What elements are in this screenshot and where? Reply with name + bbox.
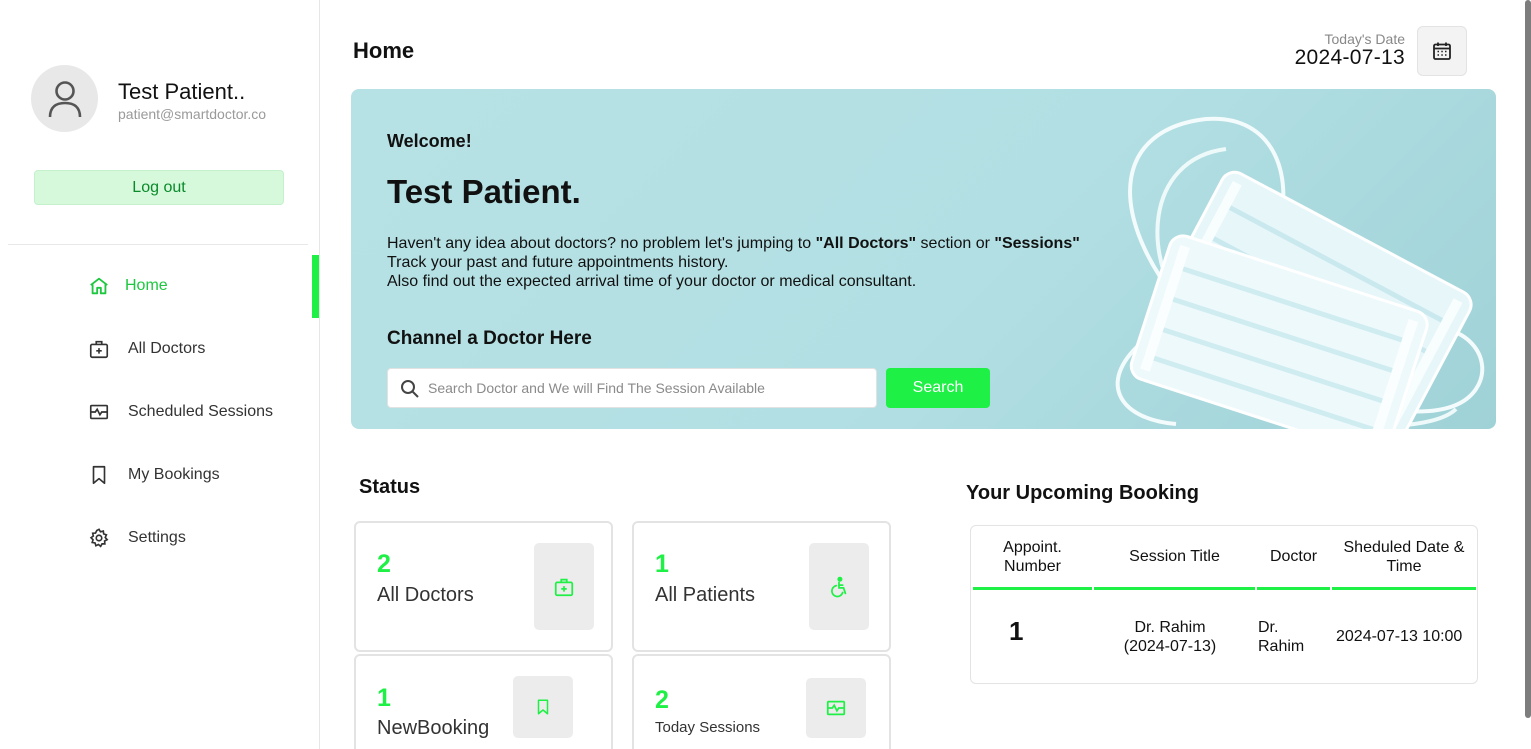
status-title: Status: [359, 476, 421, 498]
doctor-cell: Dr. Rahim: [1258, 619, 1305, 655]
upcoming-booking-table: Appoint. Number Session Title Doctor She…: [970, 525, 1478, 684]
gear-icon: [89, 528, 109, 548]
banner-line-3: Also find out the expected arrival time …: [387, 273, 917, 290]
avatar: [31, 65, 98, 132]
sidebar-item-all-doctors[interactable]: All Doctors: [0, 318, 320, 381]
table-header-doctor: Doctor: [1257, 526, 1330, 590]
sidebar-item-settings[interactable]: Settings: [0, 507, 320, 570]
sidebar-item-label: Scheduled Sessions: [128, 403, 273, 420]
channel-doctor-title: Channel a Doctor Here: [387, 328, 592, 349]
table-header-scheduled-date-time: Sheduled Date & Time: [1332, 526, 1476, 590]
card-label: Today Sessions: [655, 719, 761, 736]
upcoming-booking-title: Your Upcoming Booking: [966, 482, 1199, 504]
session-icon: [826, 700, 846, 716]
card-icon-box: [534, 543, 594, 630]
status-card-all-patients[interactable]: 1 All Patients: [632, 521, 891, 652]
scheduled-datetime-cell: 2024-07-13 10:00: [1336, 628, 1463, 645]
sidebar-item-home[interactable]: Home: [0, 255, 320, 318]
sidebar-item-my-bookings[interactable]: My Bookings: [0, 444, 320, 507]
wheelchair-icon: [831, 576, 847, 597]
bookmark-icon: [92, 465, 106, 485]
card-icon-box: [806, 678, 866, 738]
user-icon: [48, 80, 81, 117]
card-label: All Doctors: [377, 584, 474, 606]
date-label: Today's Date: [1324, 31, 1406, 47]
doctor-search-input[interactable]: [428, 369, 868, 407]
banner-line-1: Haven't any idea about doctors? no probl…: [387, 235, 1080, 252]
app-root: Test Patient.. patient@smartdoctor.co Lo…: [0, 0, 1531, 749]
card-label: NewBooking: [377, 717, 490, 739]
session-title-cell: Dr. Rahim (2024-07-13): [1123, 619, 1217, 655]
sidebar: Test Patient.. patient@smartdoctor.co Lo…: [0, 0, 320, 749]
card-icon-box: [809, 543, 869, 630]
page-scrollbar[interactable]: [1525, 0, 1531, 718]
welcome-label: Welcome!: [387, 131, 472, 151]
card-icon-box: [513, 676, 573, 738]
doctor-case-icon: [89, 340, 109, 359]
card-value: 2: [377, 550, 391, 578]
card-value: 2: [655, 686, 669, 714]
home-icon: [90, 277, 108, 295]
card-value: 1: [377, 684, 391, 712]
sidebar-item-label: All Doctors: [128, 340, 206, 357]
page-title: Home: [353, 38, 415, 63]
banner-description: Haven't any idea about doctors? no probl…: [387, 234, 1080, 291]
sidebar-item-label: My Bookings: [128, 466, 220, 483]
banner-patient-name: Test Patient.: [387, 173, 581, 210]
banner-line-2: Track your past and future appointments …: [387, 254, 729, 271]
sidebar-item-scheduled-sessions[interactable]: Scheduled Sessions: [0, 381, 320, 444]
search-icon: [401, 380, 419, 398]
search-button[interactable]: Search: [886, 368, 990, 408]
doctor-search-box: [387, 368, 877, 408]
calendar-icon: [1433, 42, 1451, 60]
profile-name: Test Patient..: [118, 79, 246, 104]
table-header-session-title: Session Title: [1094, 526, 1255, 590]
logout-button[interactable]: Log out: [34, 170, 284, 205]
date-value: 2024-07-13: [1294, 46, 1405, 69]
sidebar-divider: [8, 244, 308, 245]
sidebar-item-label: Home: [125, 277, 168, 294]
card-value: 1: [655, 550, 669, 578]
status-card-today-sessions[interactable]: 2 Today Sessions: [632, 654, 891, 749]
welcome-banner: Welcome! Test Patient. Haven't any idea …: [351, 89, 1496, 429]
appointment-number: 1: [1009, 616, 1024, 646]
bookmark-icon: [537, 699, 549, 715]
card-label: All Patients: [655, 584, 756, 606]
doctor-case-icon: [554, 578, 574, 596]
status-card-all-doctors[interactable]: 2 All Doctors: [354, 521, 613, 652]
status-card-new-booking[interactable]: 1 NewBooking: [354, 654, 613, 749]
profile-email: patient@smartdoctor.co: [118, 106, 267, 122]
sidebar-item-label: Settings: [128, 529, 186, 546]
session-icon: [89, 404, 109, 420]
table-header-appointment-number: Appoint. Number: [973, 526, 1092, 590]
calendar-button[interactable]: [1417, 26, 1467, 76]
